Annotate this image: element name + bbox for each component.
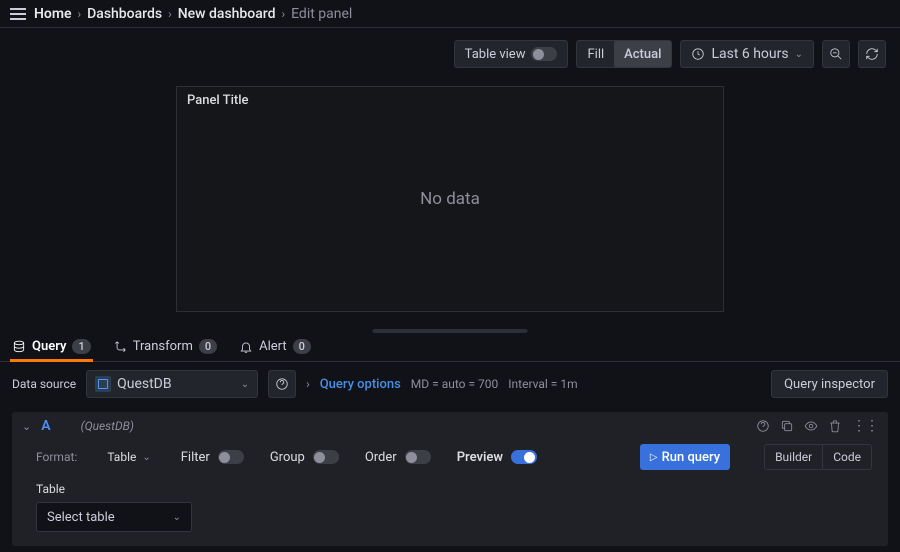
question-icon	[275, 377, 289, 391]
database-icon	[12, 340, 26, 354]
delete-query-button[interactable]	[828, 418, 842, 434]
datasource-label: Data source	[12, 377, 76, 391]
query-options-link[interactable]: Query options	[320, 377, 401, 392]
tab-query[interactable]: Query 1	[12, 332, 91, 361]
table-view-label: Table view	[465, 47, 526, 62]
tab-query-label: Query	[32, 339, 66, 354]
chevron-right-icon: ›	[78, 7, 82, 21]
questdb-icon	[95, 376, 111, 392]
chevron-right-icon: ›	[306, 377, 310, 391]
refresh-icon	[865, 47, 879, 61]
run-query-button[interactable]: ▷ Run query	[640, 444, 730, 470]
query-row-header: ⌄ A (QuestDB) ⋮⋮	[12, 412, 888, 440]
tab-alert-badge: 0	[293, 339, 311, 354]
panel-preview: Panel Title No data	[176, 86, 724, 312]
preview-label: Preview	[457, 450, 503, 465]
query-md-text: MD = auto = 700	[411, 377, 498, 391]
code-mode-button[interactable]: Code	[823, 445, 871, 469]
resize-handle[interactable]	[373, 329, 528, 333]
editor-mode-toggle[interactable]: Builder Code	[764, 444, 872, 470]
zoom-out-button[interactable]	[822, 40, 850, 68]
breadcrumb-new-dashboard[interactable]: New dashboard	[178, 6, 276, 22]
table-select-placeholder: Select table	[47, 510, 115, 525]
collapse-icon[interactable]: ⌄	[22, 420, 31, 433]
group-label: Group	[270, 450, 305, 465]
group-toggle[interactable]	[313, 450, 339, 464]
chevron-right-icon: ›	[168, 7, 172, 21]
breadcrumb-dashboards[interactable]: Dashboards	[87, 6, 162, 22]
datasource-name: QuestDB	[117, 376, 172, 392]
actual-button[interactable]: Actual	[614, 41, 671, 67]
table-view-toggle[interactable]: Table view	[454, 40, 569, 68]
chevron-down-icon: ⌄	[173, 512, 181, 523]
tab-transform[interactable]: Transform 0	[113, 332, 217, 361]
table-select[interactable]: Select table ⌄	[36, 502, 192, 532]
time-range-label: Last 6 hours	[711, 46, 788, 62]
chevron-down-icon: ⌄	[241, 379, 249, 390]
filter-toggle[interactable]	[218, 450, 244, 464]
datasource-help-button[interactable]	[268, 370, 296, 398]
duplicate-query-button[interactable]	[780, 418, 794, 434]
format-select[interactable]: Table ⌄	[103, 448, 154, 466]
drag-handle-icon[interactable]: ⋮⋮	[852, 418, 878, 434]
panel-title: Panel Title	[187, 93, 249, 108]
chevron-down-icon: ⌄	[795, 49, 803, 60]
tab-query-badge: 1	[72, 339, 90, 354]
run-query-label: Run query	[662, 450, 721, 465]
time-range-picker[interactable]: Last 6 hours ⌄	[680, 40, 814, 68]
tab-transform-badge: 0	[199, 339, 217, 354]
format-value: Table	[107, 450, 136, 464]
table-view-switch[interactable]	[531, 47, 557, 61]
query-help-button[interactable]	[756, 418, 770, 434]
datasource-picker[interactable]: QuestDB ⌄	[86, 370, 258, 398]
breadcrumb: Home › Dashboards › New dashboard › Edit…	[34, 6, 352, 22]
bell-icon	[239, 340, 253, 354]
query-letter[interactable]: A	[41, 418, 50, 434]
query-inspector-button[interactable]: Query inspector	[771, 370, 888, 398]
fill-button[interactable]: Fill	[577, 41, 614, 67]
query-interval-text: Interval = 1m	[508, 377, 577, 391]
zoom-out-icon	[829, 47, 843, 61]
fill-actual-toggle[interactable]: Fill Actual	[576, 40, 672, 68]
chevron-down-icon: ⌄	[142, 452, 150, 463]
tab-alert-label: Alert	[259, 339, 287, 354]
table-field-label: Table	[36, 482, 872, 496]
filter-label: Filter	[181, 450, 210, 465]
preview-toggle[interactable]	[511, 450, 537, 464]
tab-alert[interactable]: Alert 0	[239, 332, 311, 361]
builder-mode-button[interactable]: Builder	[765, 445, 823, 469]
menu-icon[interactable]	[10, 4, 26, 24]
query-subtitle: (QuestDB)	[81, 419, 134, 433]
clock-icon	[691, 47, 705, 61]
format-label: Format:	[36, 450, 77, 464]
breadcrumb-home[interactable]: Home	[34, 6, 72, 22]
breadcrumb-current: Edit panel	[291, 6, 352, 22]
order-toggle[interactable]	[405, 450, 431, 464]
refresh-button[interactable]	[858, 40, 886, 68]
toggle-visibility-button[interactable]	[804, 418, 818, 434]
chevron-right-icon: ›	[282, 7, 286, 21]
order-label: Order	[365, 450, 397, 465]
play-icon: ▷	[650, 452, 658, 463]
tab-transform-label: Transform	[133, 339, 193, 354]
transform-icon	[113, 340, 127, 354]
panel-empty-state: No data	[420, 189, 480, 209]
